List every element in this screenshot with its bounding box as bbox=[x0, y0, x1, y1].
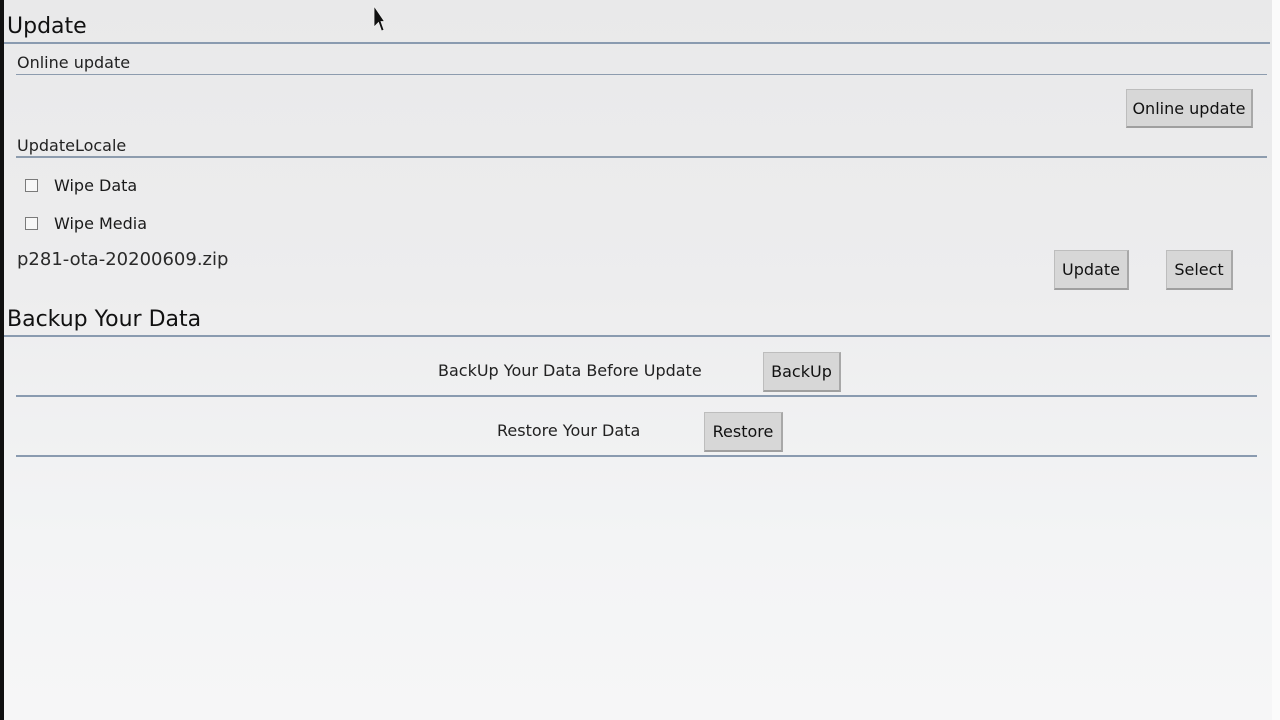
backup-button[interactable]: BackUp bbox=[763, 352, 841, 392]
update-section-divider bbox=[4, 42, 1270, 44]
wipe-data-option[interactable]: Wipe Data bbox=[25, 173, 137, 197]
mouse-cursor-icon bbox=[373, 5, 385, 32]
wipe-media-label: Wipe Media bbox=[54, 213, 148, 233]
backup-section-title: Backup Your Data bbox=[7, 307, 202, 332]
screen-right-edge bbox=[1272, 0, 1280, 720]
backup-row-divider bbox=[16, 395, 1257, 397]
select-button[interactable]: Select bbox=[1166, 250, 1233, 290]
wipe-media-checkbox[interactable] bbox=[25, 216, 38, 230]
selected-file-name: p281-ota-20200609.zip bbox=[17, 249, 229, 270]
online-update-divider bbox=[16, 74, 1267, 75]
screen-left-edge bbox=[0, 0, 4, 720]
backup-row-label: BackUp Your Data Before Update bbox=[438, 361, 702, 380]
wipe-media-option[interactable]: Wipe Media bbox=[25, 211, 147, 235]
restore-row-label: Restore Your Data bbox=[497, 421, 641, 440]
update-section-title: Update bbox=[7, 14, 87, 39]
update-locale-divider bbox=[16, 156, 1267, 158]
update-locale-subtitle: UpdateLocale bbox=[17, 136, 127, 155]
wipe-data-label: Wipe Data bbox=[54, 175, 138, 195]
online-update-subtitle: Online update bbox=[17, 53, 131, 72]
backup-section-divider bbox=[4, 335, 1270, 337]
wipe-data-checkbox[interactable] bbox=[25, 178, 38, 192]
restore-button[interactable]: Restore bbox=[704, 412, 783, 452]
online-update-button[interactable]: Online update bbox=[1126, 89, 1253, 128]
restore-row-divider bbox=[16, 455, 1257, 457]
update-button[interactable]: Update bbox=[1054, 250, 1129, 290]
